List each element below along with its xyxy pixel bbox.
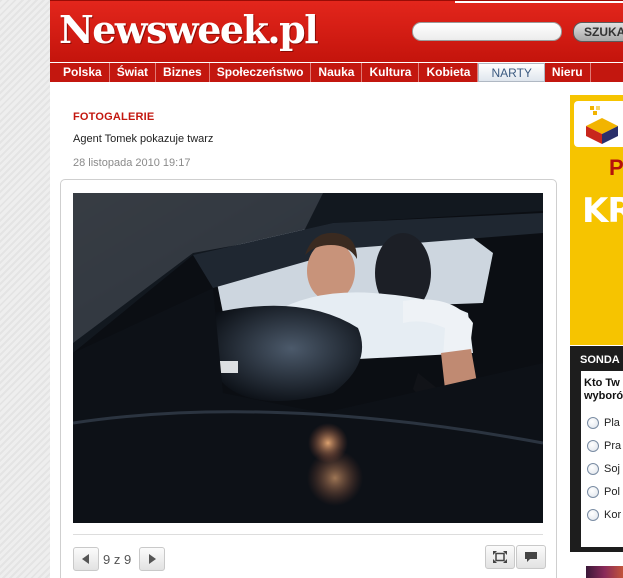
poll-option[interactable]: Soj — [587, 461, 620, 477]
poll-option[interactable]: Kor — [587, 507, 621, 523]
nav-item-swiat[interactable]: Świat — [110, 63, 157, 82]
nav-item-polska[interactable]: Polska — [50, 63, 110, 82]
poll-question-line2: wyboró — [584, 390, 623, 402]
search-button[interactable]: SZUKA — [573, 22, 623, 42]
gallery-title: Agent Tomek pokazuje twarz — [73, 133, 214, 145]
radio-button[interactable] — [587, 509, 599, 521]
radio-button[interactable] — [587, 440, 599, 452]
site-logo[interactable]: Newsweek.pl — [59, 7, 319, 52]
ad-headline: P — [609, 155, 623, 180]
site-header: Newsweek.pl SZUKA — [50, 0, 623, 62]
nav-item-narty[interactable]: NARTY — [478, 63, 545, 82]
sidebar-thumbnail[interactable] — [586, 566, 623, 578]
ad-logo — [574, 101, 623, 147]
photo-counter: 9 z 9 — [103, 552, 132, 567]
poll-question-line1: Kto Tw — [584, 377, 620, 389]
poll-option[interactable]: Pol — [587, 484, 620, 500]
photo-illustration — [73, 193, 543, 523]
radio-button[interactable] — [587, 463, 599, 475]
publish-date: 28 listopada 2010 19:17 — [73, 157, 191, 169]
poll-question: Kto Tw wyboró — [584, 377, 623, 403]
next-button[interactable] — [139, 547, 165, 571]
radio-button[interactable] — [587, 417, 599, 429]
poll-header: SONDA — [580, 354, 620, 366]
nav-item-kobieta[interactable]: Kobieta — [419, 63, 479, 82]
nav-item-kultura[interactable]: Kultura — [362, 63, 420, 82]
main-nav: Polska Świat Biznes Społeczeństwo Nauka … — [50, 62, 623, 82]
gallery-photo[interactable] — [73, 193, 543, 523]
nav-item-biznes[interactable]: Biznes — [156, 63, 210, 82]
poll-option-label: Soj — [604, 463, 620, 475]
previous-button[interactable] — [73, 547, 99, 571]
fullscreen-icon — [493, 551, 507, 563]
poll-widget: SONDA Kto Tw wyboró Pla Pra Soj Pol Kor — [570, 346, 623, 552]
search-input[interactable] — [412, 22, 562, 41]
section-category[interactable]: FOTOGALERIE — [73, 111, 154, 123]
nav-item-nauka[interactable]: Nauka — [311, 63, 363, 82]
arrow-left-icon — [82, 554, 89, 564]
poll-option[interactable]: Pra — [587, 438, 621, 454]
fullscreen-button[interactable] — [485, 545, 515, 569]
poll-option-label: Pol — [604, 486, 620, 498]
header-top-line — [455, 1, 623, 3]
comments-button[interactable] — [516, 545, 546, 569]
radio-button[interactable] — [587, 486, 599, 498]
sidebar-advertisement[interactable]: P KR — [570, 95, 623, 345]
poll-option-label: Kor — [604, 509, 622, 521]
poll-body: Kto Tw wyboró Pla Pra Soj Pol Kor — [581, 371, 623, 547]
gallery-divider — [73, 534, 543, 535]
poll-option-label: Pla — [604, 417, 620, 429]
speech-bubble-icon — [525, 552, 537, 562]
arrow-right-icon — [149, 554, 156, 564]
nav-item-spoleczenstwo[interactable]: Społeczeństwo — [210, 63, 312, 82]
ad-subheadline: KR — [582, 191, 623, 231]
poll-option[interactable]: Pla — [587, 415, 620, 431]
cube-logo-icon — [586, 106, 618, 144]
poll-option-label: Pra — [604, 440, 622, 452]
nav-item-nieruchomosci[interactable]: Nieru — [545, 63, 591, 82]
